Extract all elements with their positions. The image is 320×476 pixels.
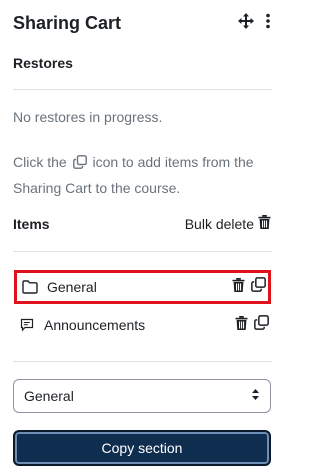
item-name: Announcements xyxy=(44,317,146,333)
select-arrows-icon xyxy=(251,388,260,404)
copy-section-button[interactable]: Copy section xyxy=(13,430,271,466)
list-item[interactable]: General xyxy=(14,270,271,304)
copy-to-course-icon[interactable] xyxy=(251,277,266,297)
bulk-delete-button[interactable]: Bulk delete xyxy=(185,215,271,233)
item-actions xyxy=(235,315,269,335)
copy-icon xyxy=(72,152,87,176)
bulk-delete-label: Bulk delete xyxy=(184,216,254,232)
section-select[interactable]: General xyxy=(13,379,271,413)
list-item[interactable]: Announcements xyxy=(14,308,271,342)
section-select-value: General xyxy=(24,388,74,404)
delete-item-icon[interactable] xyxy=(232,277,245,297)
block-header-actions xyxy=(238,13,271,29)
forum-icon xyxy=(18,318,36,332)
restores-heading: Restores xyxy=(13,55,73,71)
copy-to-course-icon[interactable] xyxy=(254,315,269,335)
divider xyxy=(13,89,272,90)
delete-item-icon[interactable] xyxy=(235,315,248,335)
items-heading: Items xyxy=(13,216,50,232)
divider xyxy=(13,251,272,252)
item-actions xyxy=(232,277,266,297)
block-title: Sharing Cart xyxy=(13,13,122,33)
trash-icon xyxy=(258,215,271,233)
help-text: Click the icon to add items from the Sha… xyxy=(13,150,272,200)
divider xyxy=(13,361,272,362)
kebab-menu-icon[interactable] xyxy=(265,13,271,29)
item-name: General xyxy=(47,279,97,295)
restores-status: No restores in progress. xyxy=(13,109,163,125)
help-text-before: Click the xyxy=(13,154,67,170)
move-icon[interactable] xyxy=(238,13,254,29)
folder-icon xyxy=(21,280,39,294)
